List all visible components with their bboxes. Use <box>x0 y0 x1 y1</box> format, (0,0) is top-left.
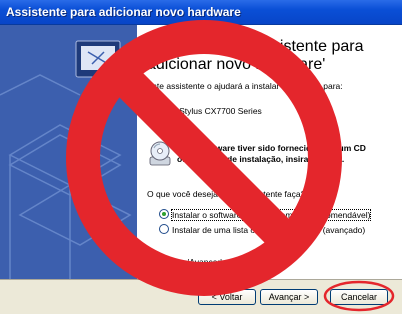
next-button[interactable]: Avançar > <box>260 289 318 305</box>
device-name: EPSON Stylus CX7700 Series <box>147 106 262 116</box>
monitor-icon <box>75 40 121 81</box>
window-title: Assistente para adicionar novo hardware <box>6 5 241 19</box>
intro-text: Este assistente o ajudará a instalar o s… <box>147 81 343 91</box>
wizard-content: Bem-vindo ao 'Assistente para adicionar … <box>137 25 402 279</box>
wizard-heading: Bem-vindo ao 'Assistente para adicionar … <box>147 38 364 73</box>
cancel-button[interactable]: Cancelar <box>330 289 388 305</box>
hardware-illustration <box>0 25 137 279</box>
cd-hint-line2: ou disquete de instalação, insira-o agor… <box>177 154 345 164</box>
continue-hint: Clique em 'Avançar' para continuar. <box>147 257 281 267</box>
question-text: O que você deseja que o assistente faça? <box>147 189 306 199</box>
back-button[interactable]: < Voltar <box>198 289 256 305</box>
title-bar: Assistente para adicionar novo hardware <box>0 0 402 25</box>
cd-hint-line1: Se o hardware tiver sido fornecido com u… <box>177 143 366 153</box>
option-list-install[interactable]: Instalar de uma lista ou local específic… <box>159 224 365 235</box>
option-auto-install[interactable]: Instalar o software automaticamente (rec… <box>159 209 372 221</box>
button-bar: < Voltar Avançar > Cancelar <box>0 279 402 314</box>
option-auto-install-label: Instalar o software automaticamente (rec… <box>170 209 372 221</box>
option-list-install-label: Instalar de uma lista ou local específic… <box>172 225 366 235</box>
radio-list-install[interactable] <box>159 224 169 234</box>
cd-disk-icon <box>149 141 171 166</box>
radio-auto-install[interactable] <box>159 209 169 219</box>
wizard-sidebar-graphic <box>0 25 137 279</box>
